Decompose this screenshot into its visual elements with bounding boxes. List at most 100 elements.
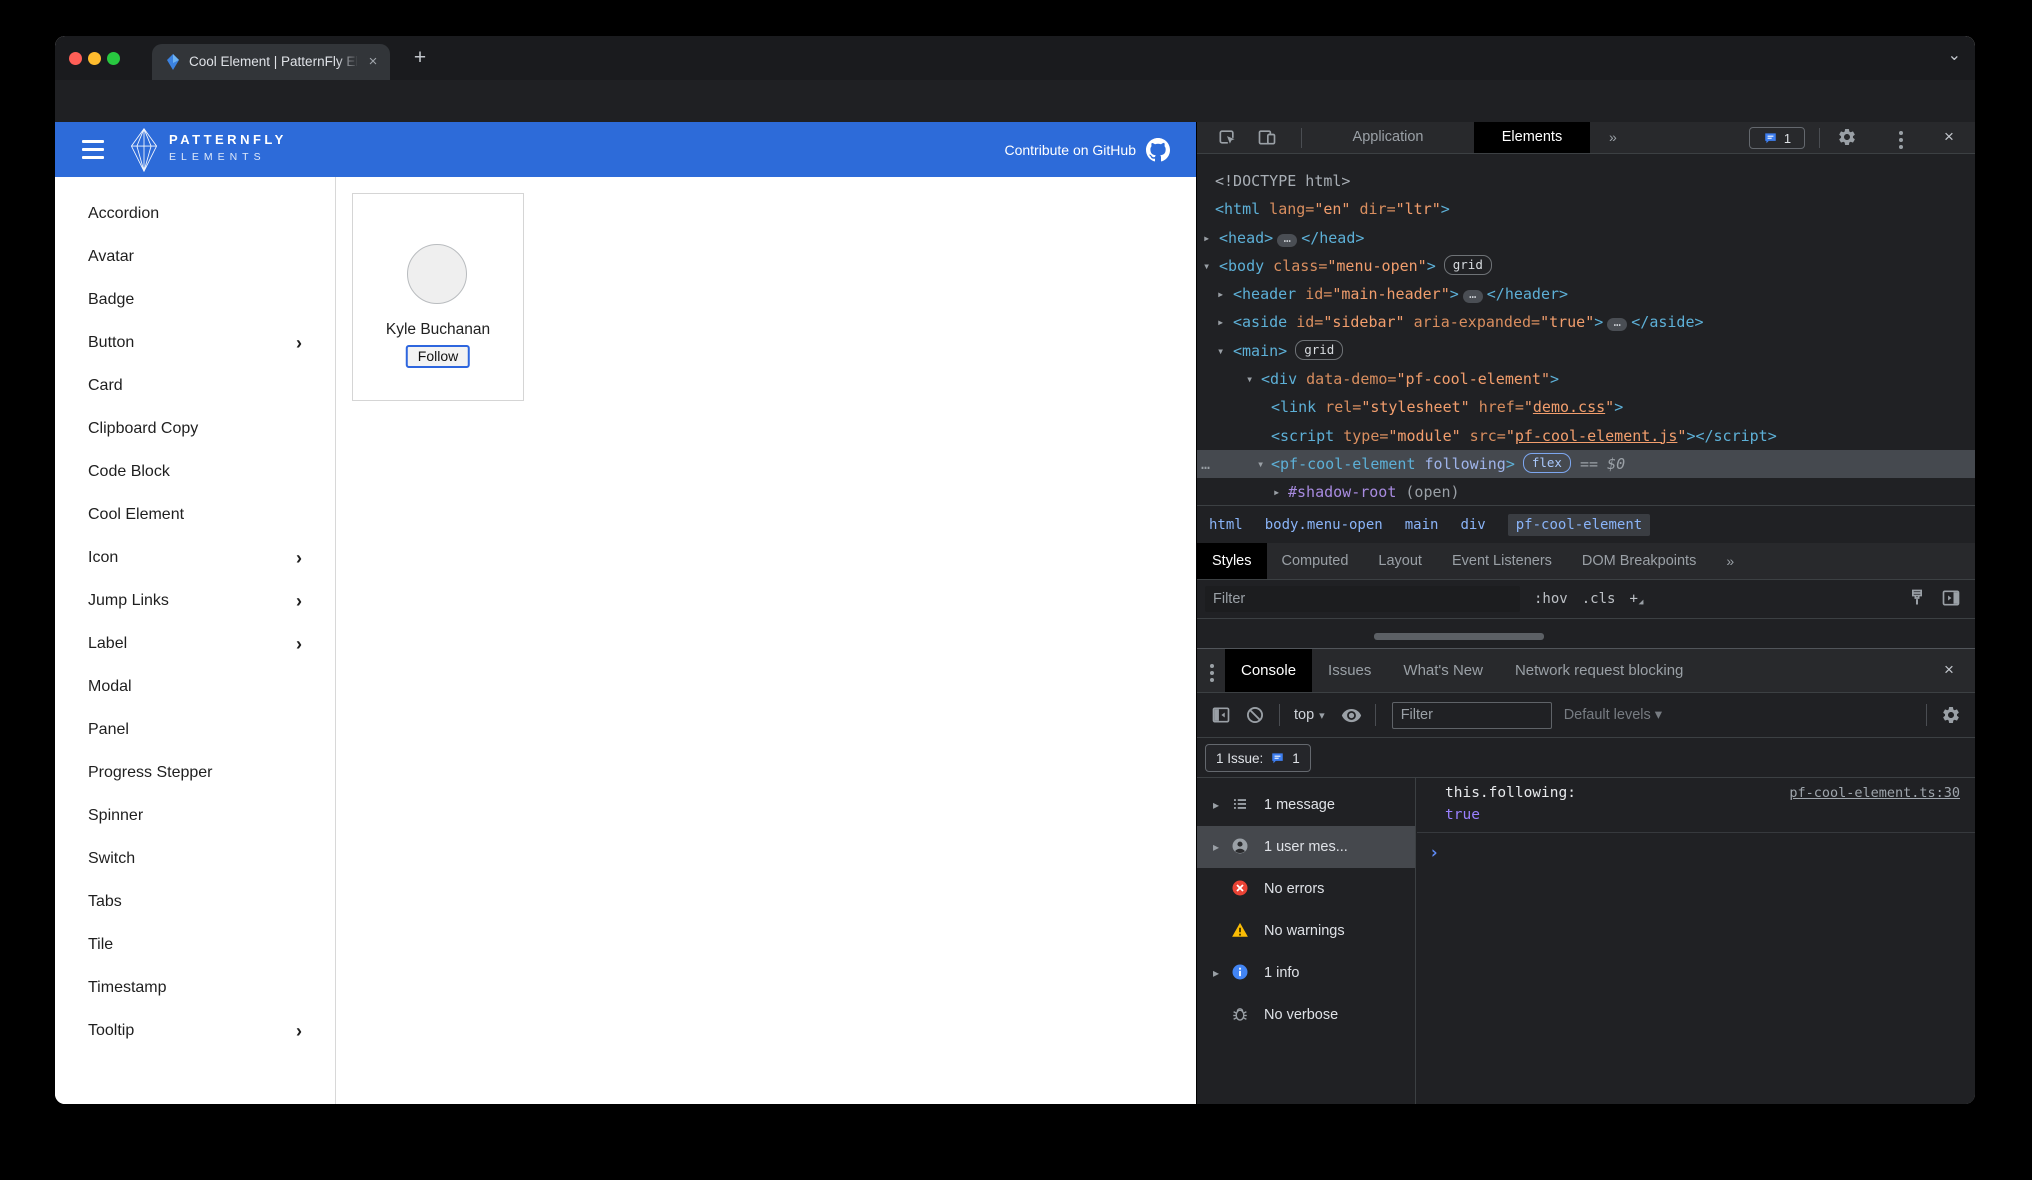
- sidebar-item-spinner[interactable]: Spinner: [55, 794, 335, 837]
- styles-tab-styles[interactable]: Styles: [1197, 543, 1267, 579]
- drawer-menu-icon[interactable]: [1209, 664, 1215, 692]
- clear-console-icon[interactable]: [1245, 705, 1265, 725]
- expand-arrow-icon[interactable]: ▸: [1213, 840, 1231, 854]
- device-toolbar-icon[interactable]: [1257, 127, 1279, 149]
- dom-tree-node[interactable]: ▸ <aside id="sidebar" aria-expanded="true…: [1197, 308, 1975, 336]
- console-filter-input[interactable]: [1391, 701, 1552, 729]
- sidebar-item-button[interactable]: Button ›: [55, 321, 335, 364]
- tab-close-icon[interactable]: ×: [363, 52, 383, 72]
- drawer-close-icon[interactable]: ×: [1935, 656, 1963, 684]
- drawer-tab-what-s-new[interactable]: What's New: [1387, 649, 1499, 692]
- rendering-brush-icon[interactable]: [1907, 588, 1929, 610]
- live-expression-eye-icon[interactable]: [1341, 705, 1361, 725]
- expand-arrow-icon[interactable]: ▸: [1203, 224, 1210, 252]
- follow-button[interactable]: Follow: [405, 345, 471, 368]
- console-filter-1-message[interactable]: ▸ 1 message: [1197, 784, 1415, 826]
- breadcrumb-item-pf-cool-element[interactable]: pf-cool-element: [1507, 513, 1651, 536]
- hamburger-menu-icon[interactable]: [82, 140, 104, 164]
- console-prompt-icon[interactable]: ›: [1417, 833, 1975, 862]
- dom-tree-node[interactable]: ▾ <main> grid: [1197, 337, 1975, 365]
- inline-expand-icon[interactable]: …: [1607, 316, 1628, 332]
- expand-arrow-icon[interactable]: ▸: [1217, 280, 1224, 308]
- expand-arrow-icon[interactable]: ▸: [1273, 478, 1280, 505]
- breadcrumb-item-div[interactable]: div: [1460, 517, 1485, 533]
- layout-badge[interactable]: grid: [1295, 339, 1344, 360]
- console-filter-no-warnings[interactable]: No warnings: [1197, 910, 1415, 952]
- styles-tab-dom-breakpoints[interactable]: DOM Breakpoints: [1567, 543, 1711, 579]
- sidebar-item-badge[interactable]: Badge: [55, 278, 335, 321]
- sidebar-item-cool-element[interactable]: Cool Element: [55, 493, 335, 536]
- console-filter-1-info[interactable]: ▸ 1 info: [1197, 952, 1415, 994]
- tab-search-icon[interactable]: ⌄: [1948, 45, 1961, 65]
- toggle-cls[interactable]: .cls: [1582, 591, 1616, 607]
- console-source-link[interactable]: pf-cool-element.ts:30: [1789, 785, 1960, 801]
- brand-wordmark[interactable]: PATTERNFLY ELEMENTS: [169, 132, 287, 163]
- sidebar-item-tabs[interactable]: Tabs: [55, 880, 335, 923]
- inline-expand-icon[interactable]: …: [1462, 288, 1483, 304]
- collapse-arrow-icon[interactable]: ▾: [1203, 252, 1210, 280]
- dom-tree-node[interactable]: ▸ <head>… </head>: [1197, 224, 1975, 252]
- console-settings-gear-icon[interactable]: [1941, 705, 1961, 725]
- tab-elements[interactable]: Elements: [1474, 122, 1590, 153]
- sidebar-item-card[interactable]: Card: [55, 364, 335, 407]
- sidebar-item-code-block[interactable]: Code Block: [55, 450, 335, 493]
- window-zoom-button[interactable]: [107, 52, 120, 65]
- dom-tree-node[interactable]: ▾ <div data-demo="pf-cool-element">: [1197, 365, 1975, 393]
- more-tabs-icon[interactable]: »: [1711, 543, 1749, 579]
- dom-tree-node[interactable]: <script type="module" src="pf-cool-eleme…: [1197, 422, 1975, 450]
- collapse-arrow-icon[interactable]: ▾: [1217, 337, 1224, 365]
- inline-expand-icon[interactable]: …: [1277, 232, 1298, 247]
- styles-tab-event-listeners[interactable]: Event Listeners: [1437, 543, 1567, 579]
- collapse-arrow-icon[interactable]: ▾: [1257, 450, 1264, 478]
- more-tabs-icon[interactable]: »: [1609, 122, 1617, 153]
- issues-counter[interactable]: 1: [1749, 127, 1805, 149]
- collapse-arrow-icon[interactable]: ▾: [1246, 365, 1253, 393]
- tab-application[interactable]: Application: [1325, 122, 1451, 153]
- dom-tree-node[interactable]: ▾ <body class="menu-open"> grid: [1197, 252, 1975, 280]
- inspect-element-icon[interactable]: [1217, 127, 1239, 149]
- sidebar-item-clipboard-copy[interactable]: Clipboard Copy: [55, 407, 335, 450]
- breadcrumb-item-body-menu-open[interactable]: body.menu-open: [1265, 517, 1383, 533]
- node-overflow-icon[interactable]: …: [1201, 450, 1211, 478]
- settings-gear-icon[interactable]: [1837, 127, 1859, 149]
- drawer-tab-issues[interactable]: Issues: [1312, 649, 1387, 692]
- breadcrumb-item-html[interactable]: html: [1209, 517, 1243, 533]
- sidebar-item-jump-links[interactable]: Jump Links ›: [55, 579, 335, 622]
- horizontal-scrollbar[interactable]: [1374, 633, 1544, 640]
- drawer-tab-console[interactable]: Console: [1225, 649, 1313, 692]
- styles-tab-layout[interactable]: Layout: [1363, 543, 1437, 579]
- sidebar-item-switch[interactable]: Switch: [55, 837, 335, 880]
- sidebar-item-tooltip[interactable]: Tooltip ›: [55, 1009, 335, 1052]
- toggle-sidebar-icon[interactable]: [1941, 588, 1963, 610]
- issue-summary-button[interactable]: 1 Issue: 1: [1205, 744, 1311, 772]
- toggle-hov[interactable]: :hov: [1534, 591, 1568, 607]
- sidebar-item-accordion[interactable]: Accordion: [55, 192, 335, 235]
- new-tab-button[interactable]: +: [407, 45, 433, 71]
- dom-tree-node[interactable]: <!DOCTYPE html>: [1197, 167, 1975, 195]
- sidebar-item-label[interactable]: Label ›: [55, 622, 335, 665]
- styles-tab-computed[interactable]: Computed: [1267, 543, 1364, 579]
- devtools-close-icon[interactable]: ×: [1935, 122, 1963, 153]
- expand-arrow-icon[interactable]: ▸: [1217, 308, 1224, 336]
- dom-tree-node[interactable]: <link rel="stylesheet" href="demo.css">: [1197, 393, 1975, 421]
- browser-tab[interactable]: Cool Element | PatternFly Eleme ×: [152, 44, 390, 80]
- context-selector[interactable]: top: [1294, 707, 1314, 723]
- sidebar-item-panel[interactable]: Panel: [55, 708, 335, 751]
- devtools-menu-icon[interactable]: [1898, 131, 1904, 152]
- expand-arrow-icon[interactable]: ▸: [1213, 966, 1231, 980]
- patternfly-logo-icon[interactable]: [127, 128, 161, 172]
- dom-tree-node[interactable]: ▸ <header id="main-header">… </header>: [1197, 280, 1975, 308]
- dom-tree-node[interactable]: … ▾ <pf-cool-element following> flex == $0: [1197, 449, 1975, 479]
- sidebar-item-icon[interactable]: Icon ›: [55, 536, 335, 579]
- sidebar-item-progress-stepper[interactable]: Progress Stepper: [55, 751, 335, 794]
- sidebar-item-avatar[interactable]: Avatar: [55, 235, 335, 278]
- expand-arrow-icon[interactable]: ▸: [1213, 798, 1231, 812]
- dom-tree-node[interactable]: <html lang="en" dir="ltr">: [1197, 195, 1975, 223]
- dom-tree-node[interactable]: ▸ #shadow-root (open): [1197, 478, 1975, 505]
- drawer-tab-network-request-blocking[interactable]: Network request blocking: [1499, 649, 1699, 692]
- new-style-rule-button[interactable]: +: [1629, 591, 1637, 607]
- console-message[interactable]: this.following: pf-cool-element.ts:30 tr…: [1417, 778, 1975, 833]
- console-filter-no-errors[interactable]: No errors: [1197, 868, 1415, 910]
- layout-badge[interactable]: grid: [1443, 254, 1492, 275]
- window-close-button[interactable]: [69, 52, 82, 65]
